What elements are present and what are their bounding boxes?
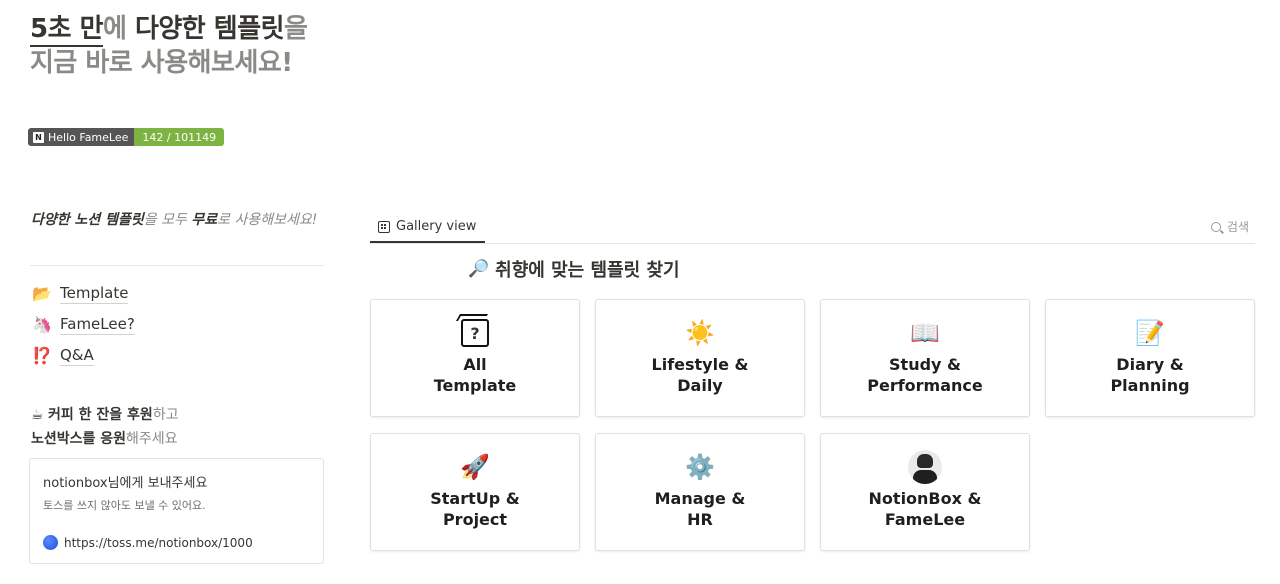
badge-label-section: N Hello FameLee <box>28 128 135 146</box>
bookmark-url: https://toss.me/notionbox/1000 <box>64 535 253 550</box>
intro-bold: 무료 <box>191 212 218 228</box>
famelee-icon: 🦄 <box>32 315 52 334</box>
card-label: NotionBox & FameLee <box>868 489 982 529</box>
rocket-icon: 🚀 <box>460 453 490 481</box>
card-notionbox-famelee[interactable]: NotionBox & FameLee <box>820 433 1030 551</box>
coffee-support-text: ☕ 커피 한 잔을 후원하고 노션박스를 응원해주세요 <box>31 403 179 451</box>
card-label: Manage & HR <box>654 489 746 529</box>
question-box-icon: ? <box>461 319 489 347</box>
book-icon: 📖 <box>910 319 940 347</box>
hero-text: 을 <box>284 14 308 44</box>
card-label: StartUp & Project <box>430 489 520 529</box>
bookmark-url-row: https://toss.me/notionbox/1000 <box>43 535 253 550</box>
notion-icon: N <box>33 131 44 143</box>
badge-count: 142 / 101149 <box>134 128 225 146</box>
badge-label: Hello FameLee <box>48 130 129 144</box>
card-label: Study & Performance <box>867 355 983 395</box>
coffee-plain: 하고 <box>152 407 179 423</box>
card-label: Diary & Planning <box>1110 355 1190 395</box>
hero-line-1: 5초 만에 다양한 템플릿을 <box>30 12 308 47</box>
magnifier-icon: 🔎 <box>468 259 490 279</box>
coffee-bold: 커피 한 잔을 후원 <box>48 407 153 423</box>
avatar-icon <box>908 450 942 484</box>
exclamation-question-icon: ⁉️ <box>32 346 52 365</box>
hero-line-2: 지금 바로 사용해보세요! <box>30 48 293 78</box>
bookmark-subtitle: 토스를 쓰지 않아도 보낼 수 있어요. <box>43 499 206 512</box>
toss-bookmark-card[interactable]: notionbox님에게 보내주세요 토스를 쓰지 않아도 보낼 수 있어요. … <box>29 458 324 564</box>
link-famelee[interactable]: 🦄 FameLee? <box>32 309 135 340</box>
folder-icon: 📂 <box>32 284 52 303</box>
card-all-template[interactable]: ? All Template <box>370 299 580 417</box>
gear-icon: ⚙️ <box>685 453 715 481</box>
intro-plain: 을 모두 <box>143 212 192 228</box>
coffee-icon: ☕ <box>31 407 44 423</box>
gallery-heading: 🔎 취향에 맞는 템플릿 찾기 <box>468 256 680 282</box>
nav-links: 📂 Template 🦄 FameLee? ⁉️ Q&A <box>32 278 135 371</box>
card-manage-hr[interactable]: ⚙️ Manage & HR <box>595 433 805 551</box>
divider <box>30 265 324 266</box>
sun-icon: ☀️ <box>685 319 715 347</box>
link-label: Q&A <box>60 346 94 366</box>
card-startup-project[interactable]: 🚀 StartUp & Project <box>370 433 580 551</box>
gallery-heading-text: 취향에 맞는 템플릿 찾기 <box>495 260 680 281</box>
link-label: FameLee? <box>60 315 135 335</box>
card-label: All Template <box>433 355 517 395</box>
card-icon-wrap: ? <box>371 316 579 350</box>
memo-icon: 📝 <box>1135 319 1165 347</box>
coffee-line-2: 노션박스를 응원해주세요 <box>31 427 179 451</box>
intro-plain: 로 사용해보세요! <box>217 212 318 228</box>
coffee-line-1: ☕ 커피 한 잔을 후원하고 <box>31 403 179 427</box>
hero-text: 에 <box>102 14 135 44</box>
coffee-bold: 노션박스를 응원 <box>31 431 127 447</box>
link-label: Template <box>60 284 129 304</box>
bookmark-title: notionbox님에게 보내주세요 <box>43 476 208 491</box>
intro-text: 다양한 노션 템플릿을 모두 무료로 사용해보세요! <box>31 208 321 233</box>
card-diary-planning[interactable]: 📝 Diary & Planning <box>1045 299 1255 417</box>
link-template[interactable]: 📂 Template <box>32 278 135 309</box>
card-icon-wrap <box>821 450 1029 484</box>
search-icon <box>1210 221 1221 232</box>
card-label: Lifestyle & Daily <box>651 355 749 395</box>
card-lifestyle-daily[interactable]: ☀️ Lifestyle & Daily <box>595 299 805 417</box>
tab-gallery-view[interactable]: Gallery view <box>370 212 485 243</box>
hero-highlight: 5초 만 <box>30 14 103 47</box>
hero-text-bold: 다양한 템플릿 <box>134 14 285 44</box>
hero-heading: 5초 만에 다양한 템플릿을 지금 바로 사용해보세요! <box>30 12 308 80</box>
search-button[interactable]: 검색 <box>1210 218 1249 235</box>
link-qna[interactable]: ⁉️ Q&A <box>32 340 135 371</box>
intro-bold: 다양한 노션 템플릿 <box>31 212 144 228</box>
tab-label: Gallery view <box>396 219 477 234</box>
visitor-badge[interactable]: N Hello FameLee 142 / 101149 <box>28 128 225 146</box>
gallery-tabbar: Gallery view 검색 <box>370 212 1255 244</box>
search-label: 검색 <box>1226 220 1249 234</box>
toss-icon <box>43 535 58 550</box>
card-study-performance[interactable]: 📖 Study & Performance <box>820 299 1030 417</box>
coffee-plain: 해주세요 <box>126 431 178 447</box>
gallery-icon <box>378 220 390 233</box>
